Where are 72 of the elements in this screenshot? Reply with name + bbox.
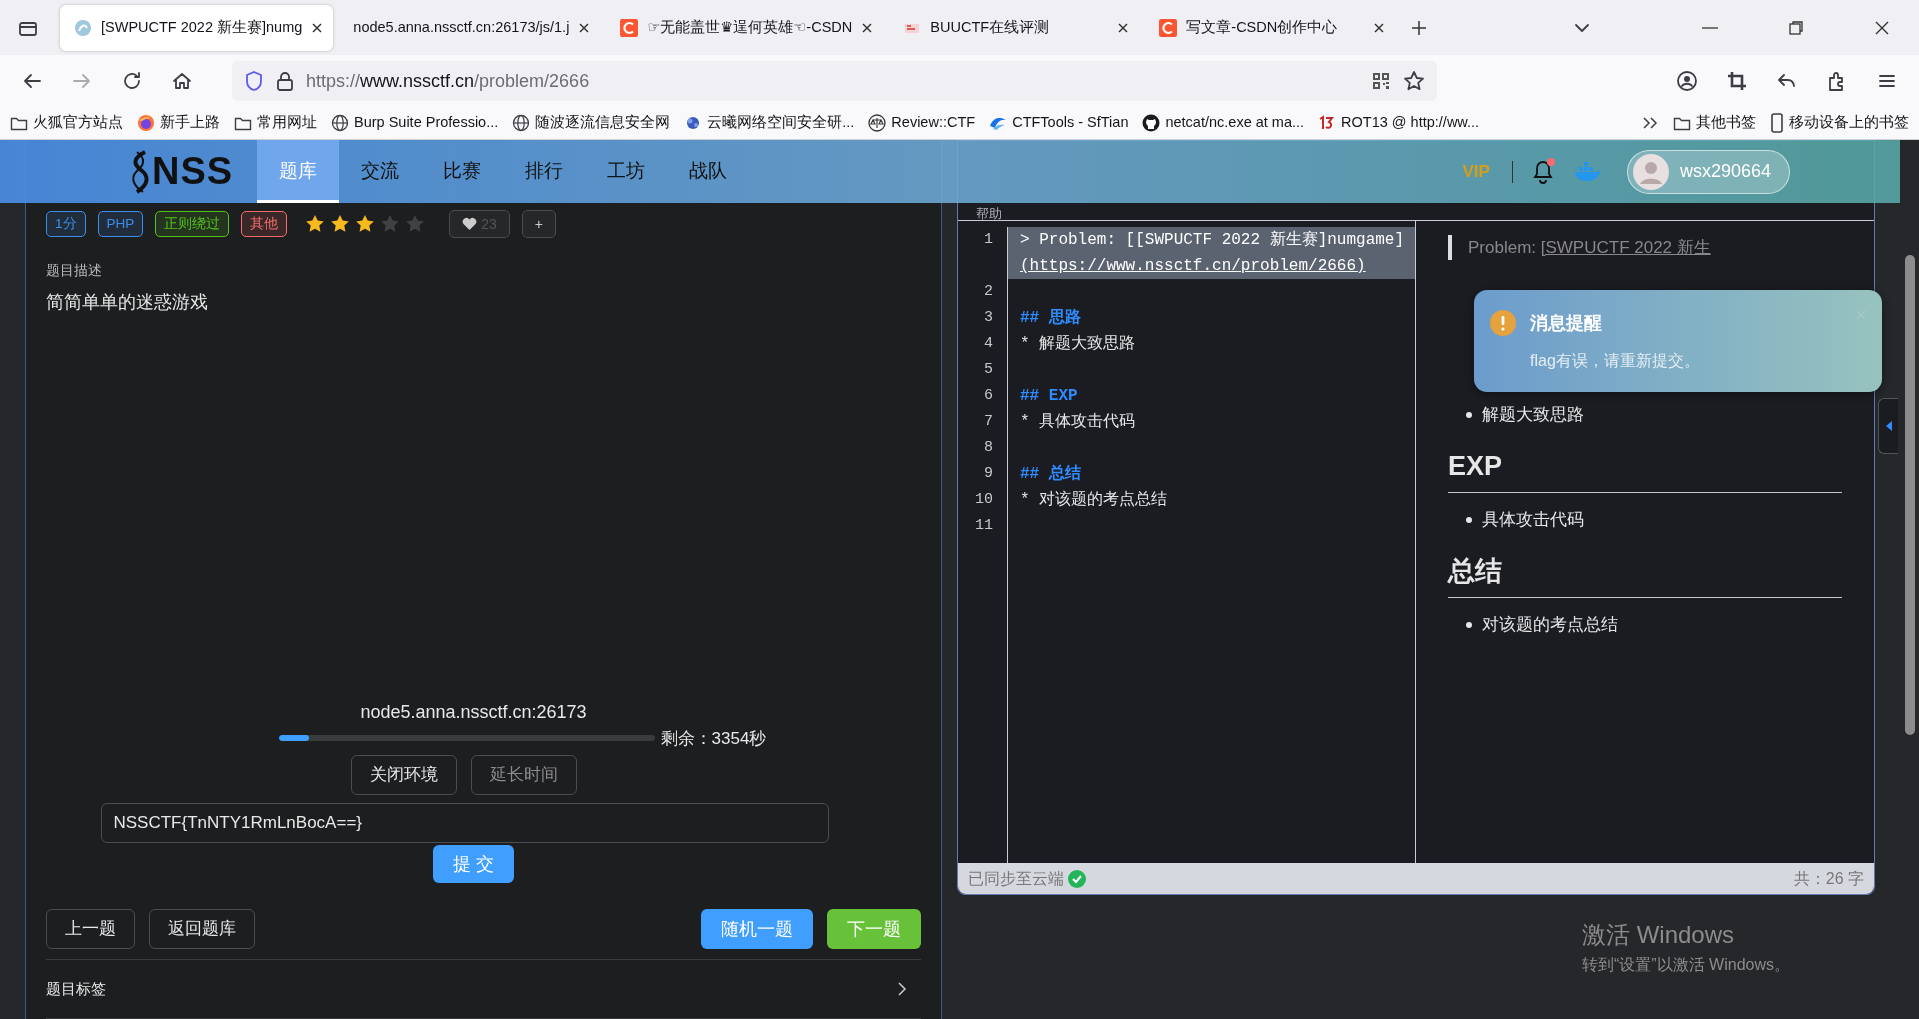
browser-tab[interactable]: 写文章-CSDN创作中心 <box>1145 4 1396 51</box>
line-number: 11 <box>975 517 993 534</box>
nav-link[interactable]: 工坊 <box>585 140 668 203</box>
bookmark[interactable]: 其他书签 <box>1673 112 1756 134</box>
instance-button[interactable]: 关闭环境 <box>350 755 457 795</box>
line-number: 4 <box>984 335 993 352</box>
address-bar[interactable]: https://www.nssctf.cn/problem/2666 <box>232 61 1437 101</box>
activation-title: 激活 Windows <box>1582 920 1736 950</box>
help-label: 帮助 <box>976 206 1002 221</box>
bookmark[interactable]: Burp Suite Professio... <box>331 112 499 134</box>
bookmark[interactable]: 移动设备上的书签 <box>1770 112 1909 134</box>
nav-link[interactable]: 交流 <box>339 140 422 203</box>
bookmark[interactable]: Review::CTF <box>868 112 976 134</box>
bookmark[interactable]: 云曦网络空间安全研... <box>684 112 855 134</box>
browser-tab[interactable]: node5.anna.nssctf.cn:26173/js/1.j <box>339 4 601 51</box>
nav-link[interactable]: 比赛 <box>421 140 504 203</box>
bookmark[interactable]: 火狐官方站点 <box>10 112 123 134</box>
code-heading: ## 总结 <box>1020 465 1081 483</box>
code-heading: ## EXP <box>1020 387 1078 405</box>
word-count: 共：26 字 <box>1793 868 1864 889</box>
code-line: > Problem: [[SWPUCTF 2022 新生赛]numgame] (https://www.nssctf.cn/problem/2666) <box>1020 231 1405 275</box>
code-heading: ## 思路 <box>1020 309 1081 327</box>
flag-input[interactable]: NSSCTF{TnNTY1RmLnBocA==} <box>100 803 829 843</box>
tag: 正则绕过 <box>155 210 230 238</box>
time-remaining: 剩余：3354秒 <box>660 727 767 750</box>
code-line: * 对该题的考点总结 <box>1020 491 1168 509</box>
browser-tab[interactable]: ☞无能盖世♛逞何英雄☜-CSDN <box>606 4 884 51</box>
blockquote-text: Problem: [SWPUCTF 2022 新生 <box>1448 235 1748 260</box>
toast-message: flag有误，请重新提交。 <box>1530 351 1700 371</box>
nav-link[interactable]: 排行 <box>503 140 586 203</box>
bookmark[interactable]: CTFTools - SfTian <box>989 112 1129 134</box>
line-number: 5 <box>984 361 993 378</box>
browser-tab[interactable]: [SWPUCTF 2022 新生赛]numg <box>60 4 334 51</box>
problem-description: 简简单单的迷惑游戏 <box>46 291 209 314</box>
tags-section-header[interactable]: 题目标签 <box>46 960 921 1018</box>
line-number: 3 <box>984 309 993 326</box>
line-number: 10 <box>975 491 993 508</box>
line-number: 7 <box>984 413 993 430</box>
nav-link[interactable]: 战队 <box>667 140 750 203</box>
bookmark[interactable]: 新手上路 <box>137 112 220 134</box>
line-number: 8 <box>984 439 993 456</box>
site-logo[interactable]: NSS <box>130 143 234 200</box>
bookmark[interactable]: ROT13 @ http://ww... <box>1318 112 1480 134</box>
line-number: 2 <box>984 283 993 300</box>
code-line: * 解题大致思路 <box>1020 335 1136 353</box>
line-number: 1 <box>984 231 993 248</box>
section-title: 题目标签 <box>46 978 106 999</box>
add-button[interactable]: + <box>521 210 557 238</box>
url-text: https://www.nssctf.cn/problem/2666 <box>306 69 591 93</box>
list-item-text: 具体攻击代码 <box>1482 509 1584 531</box>
tag: PHP <box>97 210 144 238</box>
vip-label: VIP <box>1462 160 1490 183</box>
section-label: 题目描述 <box>46 261 103 280</box>
tag: 1分 <box>46 210 86 238</box>
line-number: 6 <box>984 387 993 404</box>
tag: 其他 <box>241 210 288 238</box>
bookmark[interactable]: 常用网址 <box>234 112 317 134</box>
bookmark[interactable]: netcat/nc.exe at ma... <box>1142 112 1305 134</box>
code-line: * 具体攻击代码 <box>1020 413 1136 431</box>
browser-tab[interactable]: BUUCTF在线评测 <box>889 4 1140 51</box>
nav-button[interactable]: 上一题 <box>46 909 135 949</box>
instance-address: node5.anna.nssctf.cn:26173 <box>360 700 587 724</box>
preview-heading: 总结 <box>1448 550 1842 598</box>
bookmark[interactable]: 随波逐流信息安全网 <box>512 112 671 134</box>
nav-button[interactable]: 返回题库 <box>149 909 255 949</box>
line-number: 9 <box>984 465 993 482</box>
toast-title: 消息提醒 <box>1530 312 1603 335</box>
list-item-text: 解题大致思路 <box>1482 404 1584 426</box>
preview-heading: EXP <box>1448 445 1842 493</box>
sync-status: 已同步至云端 <box>968 868 1064 889</box>
activation-subtitle: 转到“设置”以激活 Windows。 <box>1582 955 1791 975</box>
list-item-text: 对该题的考点总结 <box>1482 614 1618 636</box>
